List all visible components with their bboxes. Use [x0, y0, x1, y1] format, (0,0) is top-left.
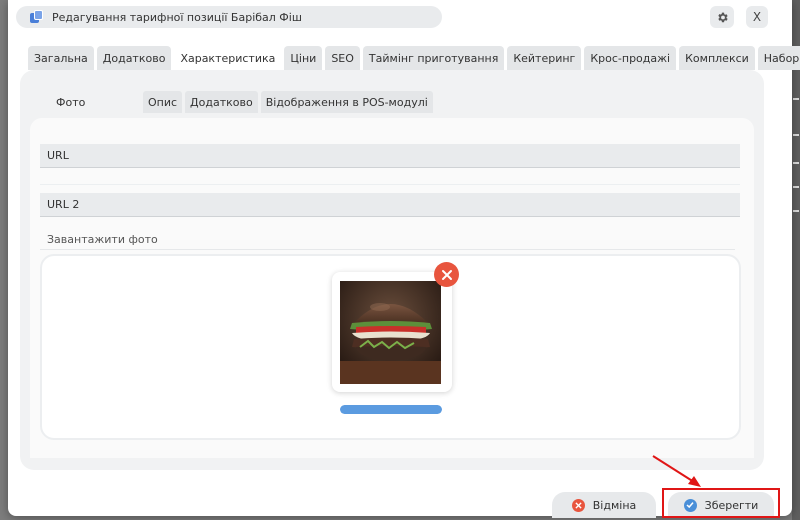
tab-sets[interactable]: Набори — [757, 46, 800, 70]
remove-photo-button[interactable] — [434, 262, 459, 287]
dialog-title-bar: Редагування тарифної позиції Барібал Фіш — [16, 6, 442, 28]
subtab-photo[interactable]: Фото — [48, 91, 140, 113]
cancel-circle-icon — [571, 498, 585, 512]
close-circle-icon — [441, 269, 452, 280]
background-scroll-edge — [792, 0, 800, 520]
tab-combos[interactable]: Комплекси — [679, 46, 755, 70]
url2-field-label: URL 2 — [40, 193, 740, 217]
url-input[interactable] — [40, 184, 740, 185]
tab-catering[interactable]: Кейтеринг — [507, 46, 582, 70]
save-highlight-box — [662, 488, 780, 518]
upload-progress-bar — [340, 405, 442, 414]
tab-general[interactable]: Загальна — [28, 46, 94, 70]
gear-icon — [717, 12, 728, 22]
url-field-label: URL — [40, 144, 740, 168]
sub-tab-bar: Фото Опис Додатково Відображення в POS-м… — [48, 91, 436, 113]
tab-additional[interactable]: Додатково — [96, 46, 172, 70]
settings-button[interactable] — [710, 6, 734, 28]
upload-progress-fill — [340, 405, 442, 414]
tab-seo[interactable]: SEO — [325, 46, 360, 70]
close-button[interactable]: X — [746, 6, 768, 28]
upload-photo-label: Завантажити фото — [47, 233, 158, 246]
cancel-label: Відміна — [592, 498, 637, 512]
main-tab-bar: Загальна Додатково Характеристика Ціни S… — [28, 46, 800, 70]
tab-prices[interactable]: Ціни — [284, 46, 323, 70]
tab-characteristics[interactable]: Характеристика — [174, 46, 282, 70]
burger-photo — [340, 281, 441, 384]
subtab-description[interactable]: Опис — [143, 91, 183, 113]
window-stack-icon — [30, 10, 44, 24]
tab-cooking-timing[interactable]: Таймінг приготування — [362, 46, 505, 70]
subtab-additional[interactable]: Додатково — [185, 91, 258, 113]
dialog-title: Редагування тарифної позиції Барібал Фіш — [52, 10, 302, 24]
upload-divider — [40, 249, 735, 250]
tab-cross-sales[interactable]: Крос-продажі — [584, 46, 677, 70]
cancel-button[interactable]: Відміна — [552, 492, 656, 518]
subtab-pos-display[interactable]: Відображення в POS-модулі — [260, 91, 433, 113]
